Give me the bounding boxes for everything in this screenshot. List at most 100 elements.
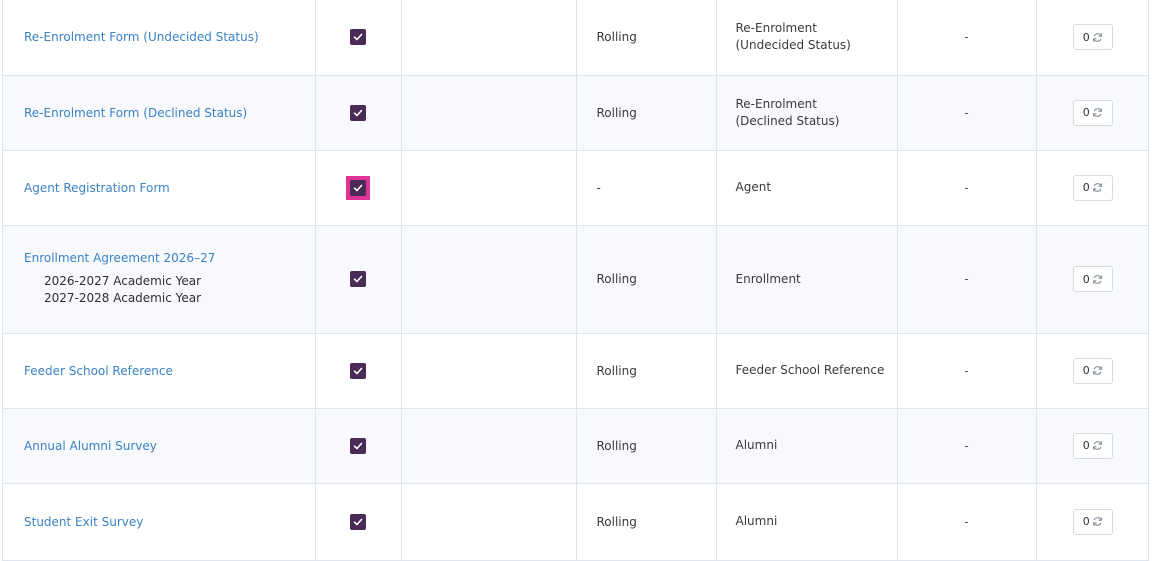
count-label: 0	[1082, 30, 1090, 44]
form-link[interactable]: Student Exit Survey	[24, 515, 143, 529]
blank-cell	[401, 225, 577, 334]
due-cell: Rolling	[576, 225, 717, 334]
focus-outline	[346, 175, 370, 200]
enabled-cell	[315, 150, 402, 226]
type-cell: Agent	[716, 150, 898, 226]
refresh-count-button[interactable]: 0	[1072, 99, 1113, 126]
type-cell: Feeder School Reference	[716, 333, 898, 409]
academic-year-line: 2027-2028 Academic Year	[44, 291, 202, 305]
action-cell: 0	[1036, 150, 1148, 226]
blank-cell	[401, 483, 577, 561]
refresh-icon	[1092, 274, 1103, 285]
refresh-icon	[1092, 32, 1103, 43]
check-icon	[353, 184, 363, 191]
table-row: Annual Alumni Survey Rolling Alumni - 0	[3, 408, 1148, 484]
check-icon	[353, 109, 363, 116]
enabled-cell	[315, 408, 402, 484]
due-cell: -	[576, 150, 717, 226]
enabled-checkbox[interactable]	[350, 513, 366, 530]
blank-cell	[401, 150, 577, 226]
due-cell: Rolling	[576, 483, 717, 561]
due-cell: Rolling	[576, 0, 717, 76]
count-label: 0	[1082, 272, 1090, 286]
refresh-count-button[interactable]: 0	[1072, 24, 1113, 51]
check-icon	[353, 33, 363, 41]
type-line: Alumni	[735, 514, 778, 528]
blank-cell	[401, 75, 577, 151]
enabled-checkbox[interactable]	[350, 271, 366, 287]
type-line: Feeder School Reference	[735, 363, 885, 377]
enabled-cell	[315, 0, 402, 76]
form-link[interactable]: Enrollment Agreement 2026–27	[24, 251, 215, 265]
form-link[interactable]: Re-Enrolment Form (Declined Status)	[24, 106, 247, 120]
refresh-count-button[interactable]: 0	[1072, 266, 1113, 292]
type-cell: Alumni	[716, 483, 898, 561]
form-link[interactable]: Feeder School Reference	[24, 364, 173, 378]
refresh-count-button[interactable]: 0	[1072, 508, 1113, 535]
table-row: Agent Registration Form - Agent - 0	[3, 150, 1148, 226]
dash-cell: -	[897, 408, 1037, 484]
enabled-cell	[315, 333, 402, 409]
enabled-cell	[315, 225, 402, 334]
form-name-cell: Feeder School Reference	[3, 333, 316, 409]
table-row: Re-Enrolment Form (Undecided Status) Rol…	[3, 0, 1148, 76]
refresh-count-button[interactable]: 0	[1072, 432, 1113, 459]
blank-cell	[401, 408, 577, 484]
forms-table-container: Re-Enrolment Form (Undecided Status) Rol…	[2, 0, 1149, 561]
enabled-checkbox[interactable]	[350, 362, 366, 379]
enabled-checkbox[interactable]	[350, 437, 366, 454]
refresh-icon	[1092, 107, 1103, 118]
blank-cell	[401, 333, 577, 409]
refresh-count-button[interactable]: 0	[1072, 174, 1113, 201]
count-label: 0	[1082, 515, 1090, 528]
type-line: Enrollment	[735, 271, 801, 286]
action-cell: 0	[1036, 483, 1148, 561]
dash-cell: -	[897, 75, 1037, 151]
form-name-cell: Re-Enrolment Form (Undecided Status)	[3, 0, 316, 76]
form-name-cell: Annual Alumni Survey	[3, 408, 316, 484]
form-name-cell: Student Exit Survey	[3, 483, 316, 561]
type-line: Re-Enrolment	[735, 96, 817, 111]
type-cell: Enrollment	[716, 225, 898, 334]
action-cell: 0	[1036, 75, 1148, 151]
check-icon	[353, 275, 363, 283]
enabled-cell	[315, 483, 402, 561]
count-label: 0	[1082, 106, 1090, 119]
dash-cell: -	[897, 225, 1037, 334]
due-cell: Rolling	[576, 408, 717, 484]
table-row: Enrollment Agreement 2026–27 2026-2027 A…	[3, 225, 1148, 334]
enabled-cell	[315, 75, 402, 151]
dash-cell: -	[897, 333, 1037, 409]
form-link[interactable]: Re-Enrolment Form (Undecided Status)	[24, 30, 259, 44]
check-icon	[353, 367, 363, 374]
type-cell: Alumni	[716, 408, 898, 484]
refresh-icon	[1092, 182, 1103, 193]
enabled-checkbox[interactable]	[350, 104, 366, 121]
count-label: 0	[1082, 181, 1090, 194]
action-cell: 0	[1036, 408, 1148, 484]
form-name-cell: Re-Enrolment Form (Declined Status)	[3, 75, 316, 151]
refresh-icon	[1092, 440, 1103, 451]
forms-table: Re-Enrolment Form (Undecided Status) Rol…	[3, 0, 1148, 561]
type-line: Alumni	[735, 438, 778, 452]
dash-cell: -	[897, 483, 1037, 561]
due-cell: Rolling	[576, 75, 717, 151]
enabled-checkbox[interactable]	[350, 179, 366, 196]
dash-cell: -	[897, 0, 1037, 76]
refresh-icon	[1092, 516, 1103, 527]
enabled-checkbox[interactable]	[350, 29, 366, 46]
refresh-count-button[interactable]: 0	[1072, 357, 1113, 384]
type-cell: Re-Enrolment (Undecided Status)	[716, 0, 898, 76]
table-row: Feeder School Reference Rolling Feeder S…	[3, 333, 1148, 409]
form-name-cell: Agent Registration Form	[3, 150, 316, 226]
action-cell: 0	[1036, 225, 1148, 334]
type-cell: Re-Enrolment (Declined Status)	[716, 75, 898, 151]
form-link[interactable]: Agent Registration Form	[24, 181, 170, 195]
dash-cell: -	[897, 150, 1037, 226]
count-label: 0	[1082, 364, 1090, 377]
action-cell: 0	[1036, 333, 1148, 409]
check-icon	[353, 442, 363, 449]
form-link[interactable]: Annual Alumni Survey	[24, 439, 157, 453]
academic-year-line: 2026-2027 Academic Year	[44, 274, 202, 288]
count-label: 0	[1082, 439, 1090, 452]
